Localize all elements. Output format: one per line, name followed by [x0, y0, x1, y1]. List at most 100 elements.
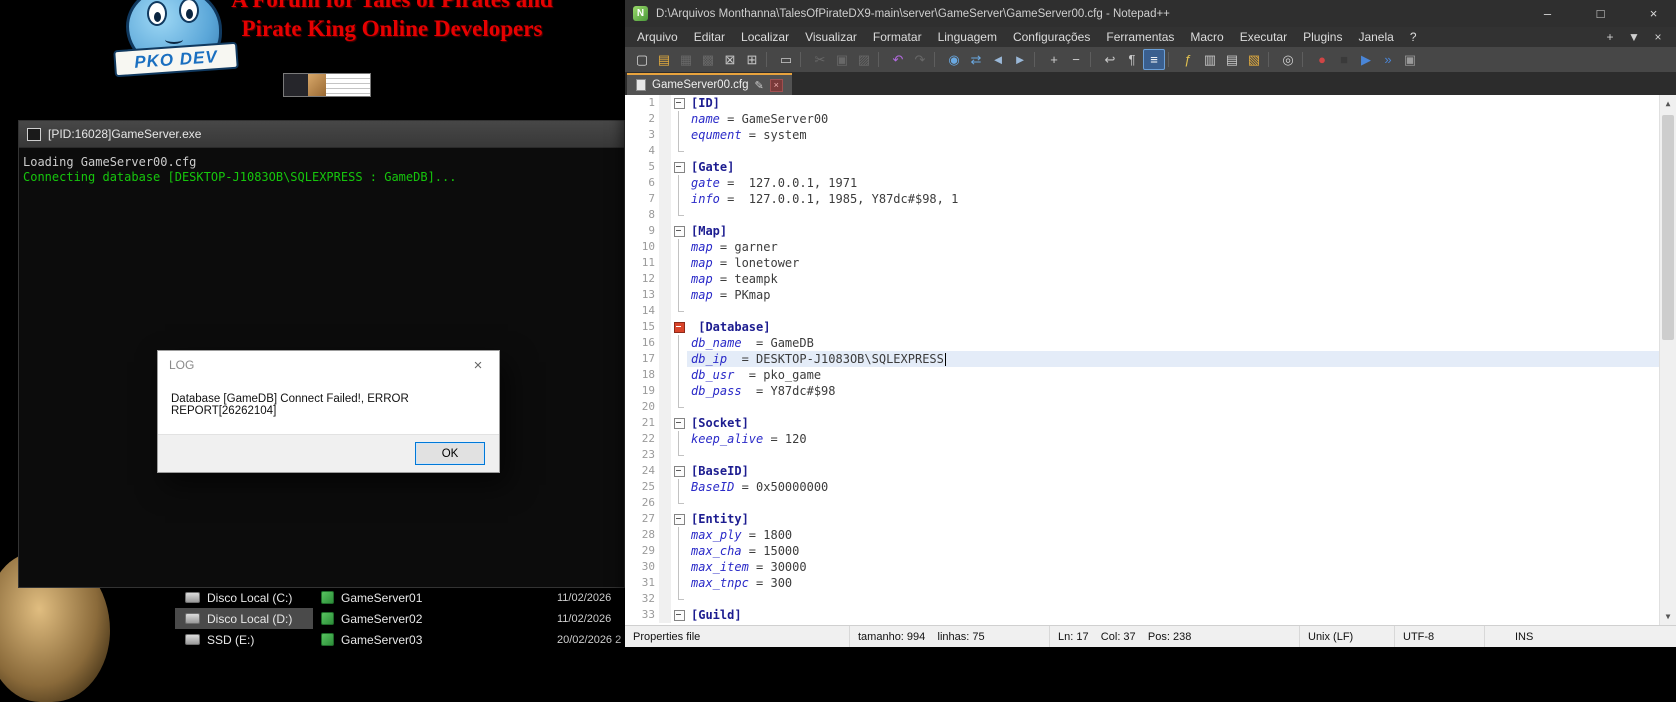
new-tab-button[interactable]: +: [1598, 30, 1622, 44]
code-text[interactable]: [Entity]: [687, 511, 1659, 527]
file-item[interactable]: GameServer03: [313, 633, 557, 647]
editor-line-33[interactable]: 33[Guild]: [625, 607, 1659, 623]
code-text[interactable]: db_ip = DESKTOP-J1083OB\SQLEXPRESS: [687, 351, 1659, 367]
editor-line-1[interactable]: 1[ID]: [625, 95, 1659, 111]
editor-line-14[interactable]: 14: [625, 303, 1659, 319]
print-button[interactable]: ▭: [775, 49, 797, 70]
stop-macro-button[interactable]: ■: [1333, 49, 1355, 70]
editor-line-21[interactable]: 21[Socket]: [625, 415, 1659, 431]
menu-item-arquivo[interactable]: Arquivo: [629, 27, 686, 47]
indent-guide-button[interactable]: ≡: [1143, 49, 1165, 70]
code-text[interactable]: [Database]: [687, 319, 1659, 335]
paste-button[interactable]: ▨: [853, 49, 875, 70]
code-text[interactable]: db_usr = pko_game: [687, 367, 1659, 383]
menu-item-macro[interactable]: Macro: [1182, 27, 1231, 47]
code-text[interactable]: BaseID = 0x50000000: [687, 479, 1659, 495]
fold-marker[interactable]: [671, 223, 687, 239]
fold-marker[interactable]: [671, 319, 687, 335]
tab-gameserver00-cfg[interactable]: GameServer00.cfg ✎ ×: [627, 73, 792, 95]
code-text[interactable]: db_name = GameDB: [687, 335, 1659, 351]
folder-workspace-button[interactable]: ▧: [1243, 49, 1265, 70]
close-all-button[interactable]: ⊞: [741, 49, 763, 70]
drive-item[interactable]: Disco Local (C:): [175, 587, 313, 608]
minimize-button[interactable]: –: [1525, 0, 1570, 27]
code-text[interactable]: keep_alive = 120: [687, 431, 1659, 447]
menu-item-visualizar[interactable]: Visualizar: [797, 27, 865, 47]
redo-button[interactable]: ↷: [909, 49, 931, 70]
code-text[interactable]: [687, 207, 1659, 223]
code-text[interactable]: [687, 495, 1659, 511]
editor-line-26[interactable]: 26: [625, 495, 1659, 511]
menu-item-janela[interactable]: Janela: [1350, 27, 1401, 47]
editor-line-7[interactable]: 7info = 127.0.0.1, 1985, Y87dc#$98, 1: [625, 191, 1659, 207]
menu-item-ferramentas[interactable]: Ferramentas: [1098, 27, 1182, 47]
code-text[interactable]: max_tnpc = 300: [687, 575, 1659, 591]
editor-line-30[interactable]: 30max_item = 30000: [625, 559, 1659, 575]
find-button[interactable]: ◉: [943, 49, 965, 70]
menu-item-configuraes[interactable]: Configurações: [1005, 27, 1098, 47]
editor-line-6[interactable]: 6gate = 127.0.0.1, 1971: [625, 175, 1659, 191]
editor-line-22[interactable]: 22keep_alive = 120: [625, 431, 1659, 447]
record-macro-button[interactable]: ●: [1311, 49, 1333, 70]
status-encoding[interactable]: UTF-8: [1395, 626, 1485, 647]
function-list-button[interactable]: ƒ: [1177, 49, 1199, 70]
close-button[interactable]: ×: [1631, 0, 1676, 27]
editor-line-18[interactable]: 18db_usr = pko_game: [625, 367, 1659, 383]
code-text[interactable]: [Map]: [687, 223, 1659, 239]
word-wrap-button[interactable]: ↩: [1099, 49, 1121, 70]
find-next-button[interactable]: ►: [1009, 49, 1031, 70]
editor-line-23[interactable]: 23: [625, 447, 1659, 463]
editor-line-13[interactable]: 13map = PKmap: [625, 287, 1659, 303]
editor-line-9[interactable]: 9[Map]: [625, 223, 1659, 239]
code-text[interactable]: [687, 591, 1659, 607]
find-prev-button[interactable]: ◄: [987, 49, 1009, 70]
code-text[interactable]: name = GameServer00: [687, 111, 1659, 127]
editor-line-24[interactable]: 24[BaseID]: [625, 463, 1659, 479]
fold-marker[interactable]: [671, 463, 687, 479]
code-text[interactable]: gate = 127.0.0.1, 1971: [687, 175, 1659, 191]
code-text[interactable]: [687, 447, 1659, 463]
copy-button[interactable]: ▣: [831, 49, 853, 70]
editor-area[interactable]: 1[ID]2name = GameServer003equment = syst…: [625, 95, 1676, 625]
save-macro-button[interactable]: ▣: [1399, 49, 1421, 70]
editor-line-5[interactable]: 5[Gate]: [625, 159, 1659, 175]
monitoring-button[interactable]: ◎: [1277, 49, 1299, 70]
fold-marker[interactable]: [671, 415, 687, 431]
editor-line-20[interactable]: 20: [625, 399, 1659, 415]
new-file-button[interactable]: ▢: [631, 49, 653, 70]
show-all-chars-button[interactable]: ¶: [1121, 49, 1143, 70]
editor-line-11[interactable]: 11map = lonetower: [625, 255, 1659, 271]
tab-close-icon[interactable]: ×: [770, 79, 783, 92]
editor-line-29[interactable]: 29max_cha = 15000: [625, 543, 1659, 559]
scroll-up-icon[interactable]: ▲: [1660, 95, 1676, 112]
maximize-button[interactable]: □: [1578, 0, 1623, 27]
zoom-in-button[interactable]: +: [1043, 49, 1065, 70]
code-text[interactable]: equment = system: [687, 127, 1659, 143]
code-text[interactable]: map = garner: [687, 239, 1659, 255]
save-all-button[interactable]: ▩: [697, 49, 719, 70]
close-icon[interactable]: ×: [468, 357, 488, 374]
code-text[interactable]: [Gate]: [687, 159, 1659, 175]
file-item[interactable]: GameServer02: [313, 612, 557, 626]
editor-line-8[interactable]: 8: [625, 207, 1659, 223]
tab-list-button[interactable]: ▼: [1622, 30, 1646, 44]
close-file-button[interactable]: ⊠: [719, 49, 741, 70]
menu-item-linguagem[interactable]: Linguagem: [930, 27, 1005, 47]
code-text[interactable]: max_ply = 1800: [687, 527, 1659, 543]
ok-button[interactable]: OK: [415, 442, 485, 465]
menu-item-executar[interactable]: Executar: [1232, 27, 1295, 47]
fold-marker[interactable]: [671, 511, 687, 527]
fold-marker[interactable]: [671, 95, 687, 111]
code-text[interactable]: map = teampk: [687, 271, 1659, 287]
editor-line-10[interactable]: 10map = garner: [625, 239, 1659, 255]
menu-item-formatar[interactable]: Formatar: [865, 27, 930, 47]
run-macro-multiple-button[interactable]: »: [1377, 49, 1399, 70]
fold-marker[interactable]: [671, 159, 687, 175]
editor-line-28[interactable]: 28max_ply = 1800: [625, 527, 1659, 543]
cut-button[interactable]: ✂: [809, 49, 831, 70]
play-macro-button[interactable]: ▶: [1355, 49, 1377, 70]
code-text[interactable]: [687, 303, 1659, 319]
doc-list-button[interactable]: ▤: [1221, 49, 1243, 70]
editor-line-16[interactable]: 16db_name = GameDB: [625, 335, 1659, 351]
code-text[interactable]: map = lonetower: [687, 255, 1659, 271]
